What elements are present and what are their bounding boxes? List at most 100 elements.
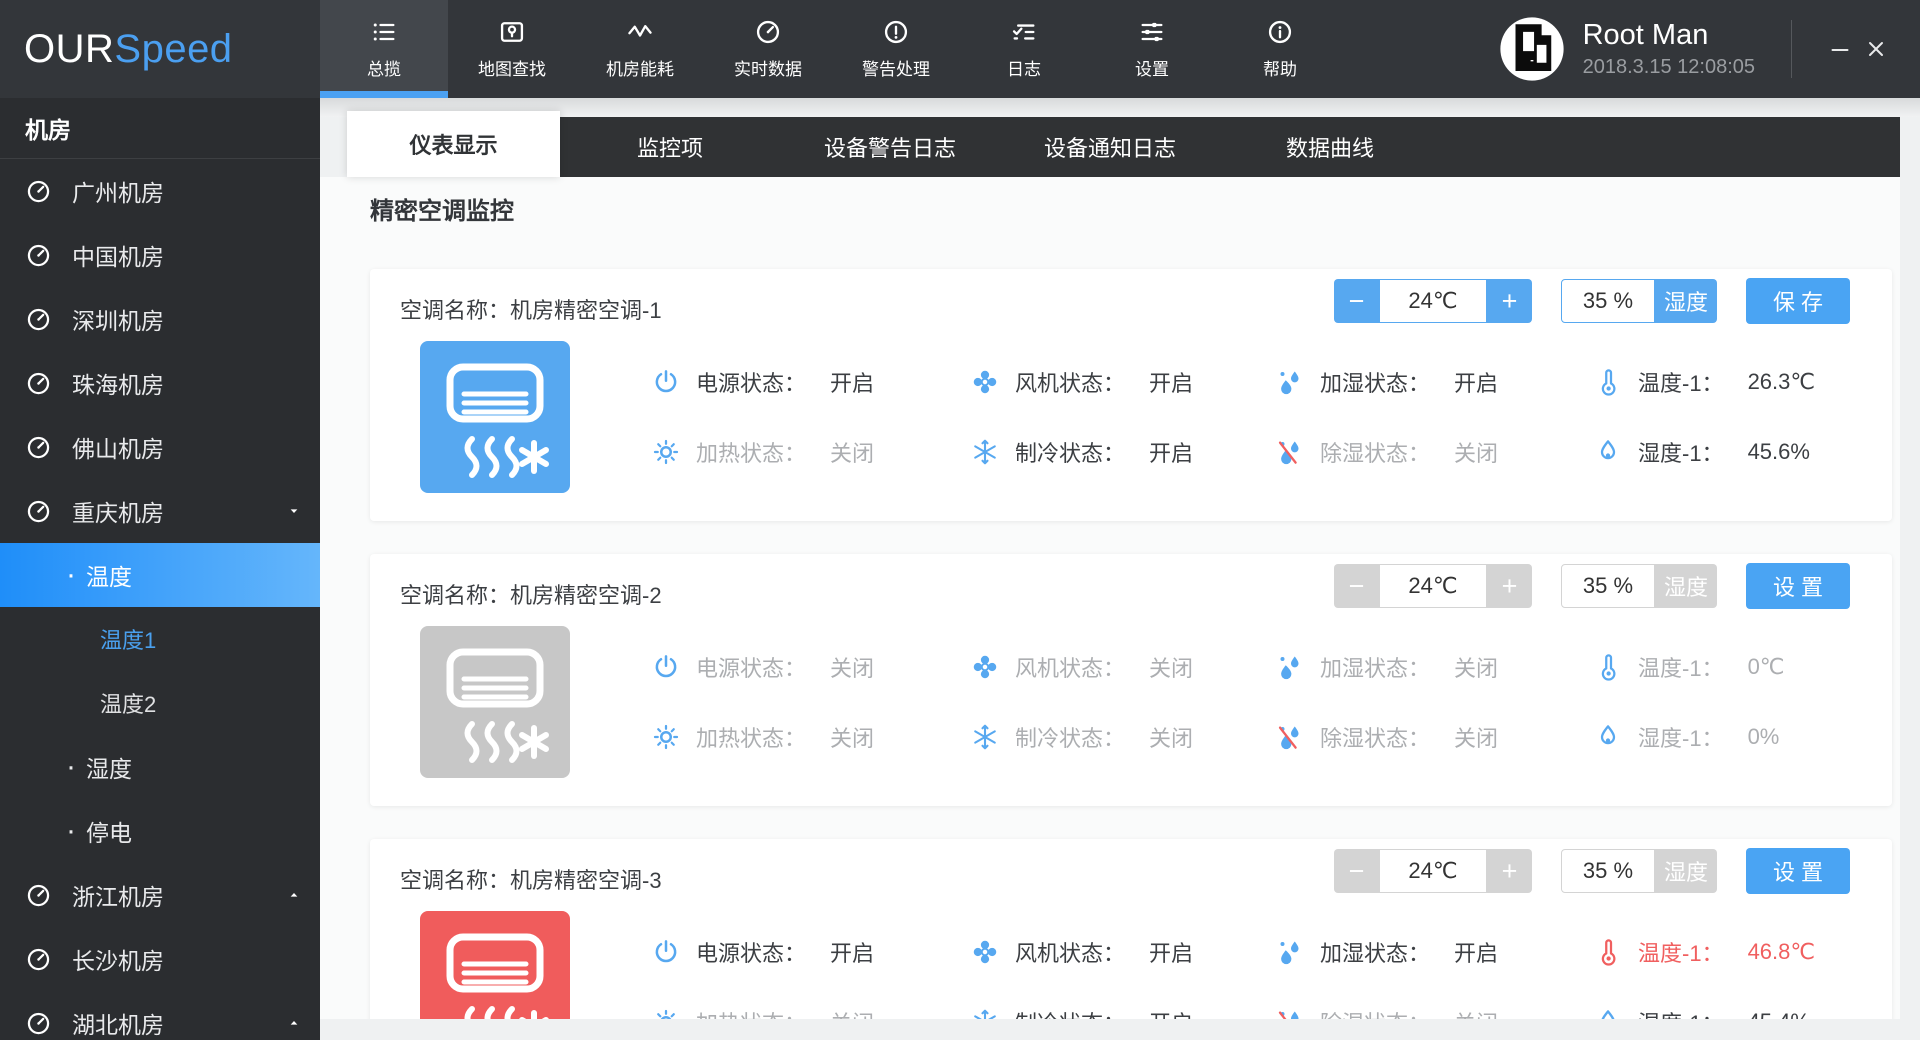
- sidebar-item-temperature[interactable]: ·温度: [0, 543, 320, 607]
- sidebar-items: 广州机房中国机房深圳机房珠海机房佛山机房重庆机房·温度温度1 温度2·湿度·停电浙…: [0, 159, 320, 1040]
- sidebar-item-power-outage[interactable]: ·停电: [0, 799, 320, 863]
- tab-device-alert-log[interactable]: 设备警告日志: [780, 117, 1000, 177]
- sidebar-item-zhejiang[interactable]: 浙江机房: [0, 863, 320, 927]
- sidebar-item-label: 浙江机房: [72, 878, 164, 912]
- humidity-set-field[interactable]: 35 %: [1561, 849, 1655, 893]
- nav-item-label: 设置: [1135, 55, 1169, 80]
- status-value: 关闭: [830, 721, 874, 753]
- gauge-icon: [25, 498, 52, 525]
- gauge-icon: [25, 178, 52, 205]
- sidebar-item-humidity[interactable]: ·湿度: [0, 735, 320, 799]
- humidity-set-field[interactable]: 35 %: [1561, 279, 1655, 323]
- status-label: 湿度-1：: [1638, 436, 1724, 468]
- tab-gauge-display[interactable]: 仪表显示: [347, 111, 560, 177]
- nav-item-label: 地图查找: [478, 55, 546, 80]
- thermometer-icon: [1593, 652, 1623, 682]
- sidebar-item-guangzhou[interactable]: 广州机房: [0, 159, 320, 223]
- heat-icon: [651, 722, 681, 752]
- right-gutter: [1900, 117, 1920, 1040]
- minimize-button[interactable]: [1822, 31, 1858, 67]
- thermometer-icon: [1593, 937, 1623, 967]
- tab-device-notify-log[interactable]: 设备通知日志: [1000, 117, 1220, 177]
- humidity-button[interactable]: 湿度: [1655, 279, 1717, 323]
- minimize-icon: [1828, 37, 1852, 61]
- dehumidify-icon: [1275, 1007, 1305, 1019]
- avatar[interactable]: [1499, 16, 1565, 82]
- divider: [1791, 20, 1792, 78]
- nav-item-alerts[interactable]: 警告处理: [832, 0, 960, 98]
- app-logo: OURSpeed: [0, 0, 320, 98]
- sidebar-item-foshan[interactable]: 佛山机房: [0, 415, 320, 479]
- status-power: 电源状态：开启: [651, 366, 970, 398]
- card-controls: −24℃+35 %湿度设 置: [1334, 563, 1850, 609]
- nav-item-map-search[interactable]: 地图查找: [448, 0, 576, 98]
- nav-item-energy[interactable]: 机房能耗: [576, 0, 704, 98]
- card-controls: −24℃+35 %湿度保 存: [1334, 278, 1850, 324]
- caret-up-icon: [286, 1015, 302, 1031]
- temp-decrease-button[interactable]: −: [1334, 564, 1379, 608]
- sidebar-item-changsha[interactable]: 长沙机房: [0, 927, 320, 991]
- sidebar-item-china[interactable]: 中国机房: [0, 223, 320, 287]
- nav-item-help[interactable]: 帮助: [1216, 0, 1344, 98]
- tab-label: 设备通知日志: [1044, 131, 1176, 163]
- logo-text-accent: Speed: [114, 27, 232, 72]
- tab-monitor-items[interactable]: 监控项: [560, 117, 780, 177]
- status-label: 电源状态：: [696, 366, 806, 398]
- settings-button[interactable]: 设 置: [1746, 848, 1850, 894]
- status-fan: 风机状态：关闭: [970, 651, 1275, 683]
- sidebar-item-hubei[interactable]: 湖北机房: [0, 991, 320, 1040]
- temp-set-field[interactable]: 24℃: [1379, 279, 1487, 323]
- humidify-icon: [1275, 937, 1305, 967]
- ac-card: 空调名称：机房精密空调-3−24℃+35 %湿度设 置电源状态：开启风机状态：开…: [370, 839, 1892, 1019]
- temp-increase-button[interactable]: +: [1487, 849, 1532, 893]
- status-humidity: 湿度-1：0%: [1593, 721, 1892, 753]
- status-value: 关闭: [830, 651, 874, 683]
- sidebar-item-label: 停电: [86, 814, 132, 848]
- status-grid: 电源状态：关闭风机状态：关闭加湿状态：关闭温度-1：0℃加热状态：关闭制冷状态：…: [651, 632, 1892, 772]
- sidebar-item-temperature-2[interactable]: 温度2: [0, 671, 320, 735]
- close-button[interactable]: [1858, 31, 1894, 67]
- save-button[interactable]: 保 存: [1746, 278, 1850, 324]
- status-humidify: 加湿状态：开启: [1275, 366, 1593, 398]
- humidity-button[interactable]: 湿度: [1655, 849, 1717, 893]
- status-dehumidify: 除湿状态：关闭: [1275, 436, 1593, 468]
- temp-decrease-button[interactable]: −: [1334, 279, 1379, 323]
- heat-icon: [651, 437, 681, 467]
- status-label: 制冷状态：: [1015, 436, 1125, 468]
- sidebar-item-shenzhen[interactable]: 深圳机房: [0, 287, 320, 351]
- help-icon: [1266, 18, 1294, 46]
- status-value: 开启: [1149, 1006, 1193, 1019]
- ac-name-label: 空调名称：机房精密空调-3: [400, 863, 662, 895]
- temp-increase-button[interactable]: +: [1487, 564, 1532, 608]
- status-thermometer: 温度-1：0℃: [1593, 651, 1892, 683]
- humidity-set-field[interactable]: 35 %: [1561, 564, 1655, 608]
- sidebar-item-label: 温度: [86, 558, 132, 592]
- status-value: 开启: [830, 936, 874, 968]
- status-value: 开启: [1149, 366, 1193, 398]
- nav-item-logs[interactable]: 日志: [960, 0, 1088, 98]
- power-icon: [651, 937, 681, 967]
- status-grid: 电源状态：开启风机状态：开启加湿状态：开启温度-1：46.8℃加热状态：关闭制冷…: [651, 917, 1892, 1019]
- tab-data-curve[interactable]: 数据曲线: [1220, 117, 1440, 177]
- humidity-button[interactable]: 湿度: [1655, 564, 1717, 608]
- temp-increase-button[interactable]: +: [1487, 279, 1532, 323]
- sidebar-item-chongqing[interactable]: 重庆机房: [0, 479, 320, 543]
- nav-item-settings[interactable]: 设置: [1088, 0, 1216, 98]
- temp-set-field[interactable]: 24℃: [1379, 849, 1487, 893]
- dehumidify-icon: [1275, 722, 1305, 752]
- sidebar-item-label: 长沙机房: [72, 942, 164, 976]
- temp-set-field[interactable]: 24℃: [1379, 564, 1487, 608]
- sidebar-item-zhuhai[interactable]: 珠海机房: [0, 351, 320, 415]
- nav-item-realtime[interactable]: 实时数据: [704, 0, 832, 98]
- nav-item-overview[interactable]: 总揽: [320, 0, 448, 98]
- sidebar-item-temperature-1[interactable]: 温度1: [0, 607, 320, 671]
- user-area: Root Man 2018.3.15 12:08:05: [1499, 0, 1920, 98]
- nav-item-label: 总揽: [367, 55, 401, 80]
- status-value: 开启: [1454, 936, 1498, 968]
- temp-decrease-button[interactable]: −: [1334, 849, 1379, 893]
- status-label: 风机状态：: [1015, 936, 1125, 968]
- humidity-setter: 35 %湿度: [1561, 279, 1717, 323]
- sidebar-item-label: 温度1: [100, 623, 156, 655]
- status-thermometer: 温度-1：46.8℃: [1593, 936, 1892, 968]
- settings-button[interactable]: 设 置: [1746, 563, 1850, 609]
